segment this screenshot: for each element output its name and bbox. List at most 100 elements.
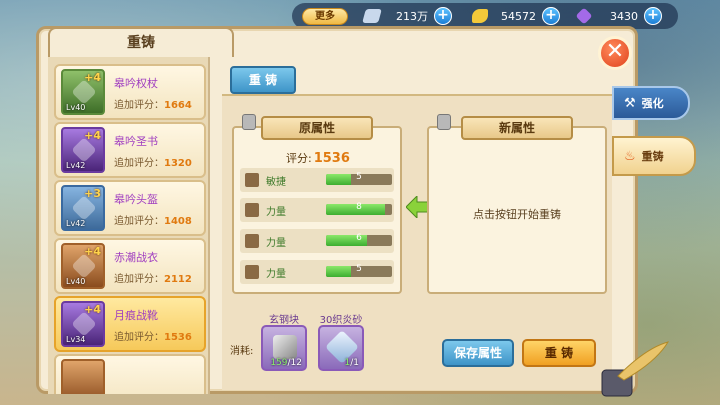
item-level: Lv40	[66, 277, 86, 286]
tab-label: 强化	[641, 97, 664, 110]
material-count: 1/1	[345, 358, 360, 368]
item-name: 赤潮战衣	[114, 251, 158, 264]
list-item[interactable]: +4 Lv40 皋吟权杖 追加评分：1664	[54, 64, 206, 120]
quill-ink-icon	[601, 341, 670, 397]
material-need: /12	[287, 358, 302, 368]
fire-icon: ♨	[624, 148, 636, 164]
attribute-value: 6	[356, 233, 362, 243]
attribute-row: 敏捷 5	[240, 168, 394, 192]
item-thumbnail: +4 Lv40	[61, 243, 105, 289]
attribute-row: 力量 6	[240, 229, 394, 253]
material-name: 玄钢块	[269, 315, 299, 326]
silver-gem-icon	[362, 9, 382, 23]
purple-crystal-icon	[575, 7, 593, 25]
equipment-list[interactable]: +4 Lv40 皋吟权杖 追加评分：1664 +4 Lv42 皋吟圣书 追加评分…	[48, 56, 210, 394]
item-name: 皋吟权杖	[114, 77, 158, 90]
tab-reforge[interactable]: ♨ 重铸	[612, 136, 696, 176]
score-value: 1536	[164, 332, 192, 343]
enhance-level: +4	[84, 245, 101, 258]
item-name: 皋吟头盔	[114, 193, 158, 206]
enhance-level: +4	[84, 303, 101, 316]
attribute-row: 力量 8	[240, 198, 394, 222]
attribute-name: 力量	[266, 238, 286, 249]
list-item[interactable]: +4 Lv42 皋吟圣书 追加评分：1320	[54, 122, 206, 178]
item-score: 追加评分：2112	[114, 270, 192, 285]
tab-reforge-header[interactable]: 重 铸	[230, 66, 296, 94]
attribute-value: 5	[356, 264, 362, 274]
list-item[interactable]: +3 Lv42 皋吟头盔 追加评分：1408	[54, 180, 206, 236]
add-gold-button[interactable]: +	[542, 7, 560, 25]
attribute-icon	[245, 203, 259, 217]
attribute-name: 力量	[266, 269, 286, 280]
item-name: 月痕战靴	[114, 309, 158, 322]
currency-value: 213万	[396, 10, 428, 23]
original-attributes-panel: 原属性 评分: 1536 敏捷 5 力量 8 力量 6 力量 5	[232, 114, 402, 294]
score-value: 1664	[164, 100, 192, 111]
item-thumbnail	[61, 359, 105, 394]
item-thumbnail: +4 Lv34	[61, 301, 105, 347]
attribute-name: 敏捷	[266, 177, 286, 188]
score-label: 追加评分：	[114, 100, 164, 111]
material-slot[interactable]: 159/12	[261, 325, 307, 371]
panel-title: 新属性	[461, 116, 573, 140]
panel-title: 原属性	[261, 116, 373, 140]
add-crystal-button[interactable]: +	[644, 7, 662, 25]
score-label: 追加评分：	[114, 216, 164, 227]
item-level: Lv34	[66, 335, 86, 344]
currency-value: 3430	[610, 9, 638, 23]
item-level: Lv42	[66, 219, 86, 228]
attribute-value: 8	[356, 202, 362, 212]
enhance-level: +4	[84, 71, 101, 84]
attribute-value: 5	[356, 172, 362, 182]
paper-clip-icon	[242, 114, 256, 130]
new-attributes-panel: 新属性 点击按钮开始重铸	[427, 114, 607, 294]
item-score: 追加评分：1408	[114, 212, 192, 227]
item-thumbnail: +4 Lv42	[61, 127, 105, 173]
item-name: 皋吟圣书	[114, 135, 158, 148]
enhance-level: +3	[84, 187, 101, 200]
attribute-name: 力量	[266, 207, 286, 218]
item-score: 追加评分：1320	[114, 154, 192, 169]
more-button[interactable]: 更多	[302, 8, 348, 25]
window-title: 重铸	[48, 27, 234, 57]
reforge-hint: 点击按钮开始重铸	[473, 208, 561, 221]
tab-label: 重铸	[641, 150, 664, 163]
score-label: 追加评分：	[114, 332, 164, 343]
item-thumbnail: +4 Lv40	[61, 69, 105, 115]
material-need: /1	[350, 358, 359, 368]
add-silver-button[interactable]: +	[434, 7, 452, 25]
gold-leaf-icon	[472, 9, 488, 23]
list-item[interactable]: +4 Lv40 赤潮战衣 追加评分：2112	[54, 238, 206, 294]
steel-block-icon	[273, 335, 297, 359]
attribute-row: 力量 5	[240, 260, 394, 284]
enhance-level: +4	[84, 129, 101, 142]
item-level: Lv42	[66, 161, 86, 170]
material-have: 159	[270, 358, 288, 368]
tab-enhance[interactable]: ⚒ 强化	[612, 86, 690, 120]
score-label: 追加评分：	[114, 274, 164, 285]
attribute-icon	[245, 173, 259, 187]
material-count: 159/12	[270, 358, 302, 368]
currency-value: 54572	[501, 9, 536, 23]
close-button[interactable]: ✕	[598, 36, 632, 70]
attribute-icon	[245, 265, 259, 279]
reforge-button[interactable]: 重 铸	[522, 339, 596, 367]
item-score: 追加评分：1664	[114, 96, 192, 111]
list-item[interactable]	[54, 354, 206, 394]
consume-label: 消耗:	[230, 346, 254, 357]
score-value: 1320	[164, 158, 192, 169]
list-item-selected[interactable]: +4 Lv34 月痕战靴 追加评分：1536	[54, 296, 206, 352]
item-score: 追加评分：1536	[114, 328, 192, 343]
attribute-icon	[245, 234, 259, 248]
save-attributes-button[interactable]: 保存属性	[442, 339, 514, 367]
material-slot[interactable]: 1/1	[318, 325, 364, 371]
item-thumbnail: +3 Lv42	[61, 185, 105, 231]
score-value: 2112	[164, 274, 192, 285]
original-score: 评分: 1536	[286, 150, 350, 166]
item-level: Lv40	[66, 103, 86, 112]
score-value: 1536	[313, 151, 350, 166]
material-name: 30织炎砂	[319, 315, 363, 326]
score-label: 评分:	[286, 152, 312, 165]
score-label: 追加评分：	[114, 158, 164, 169]
score-value: 1408	[164, 216, 192, 227]
